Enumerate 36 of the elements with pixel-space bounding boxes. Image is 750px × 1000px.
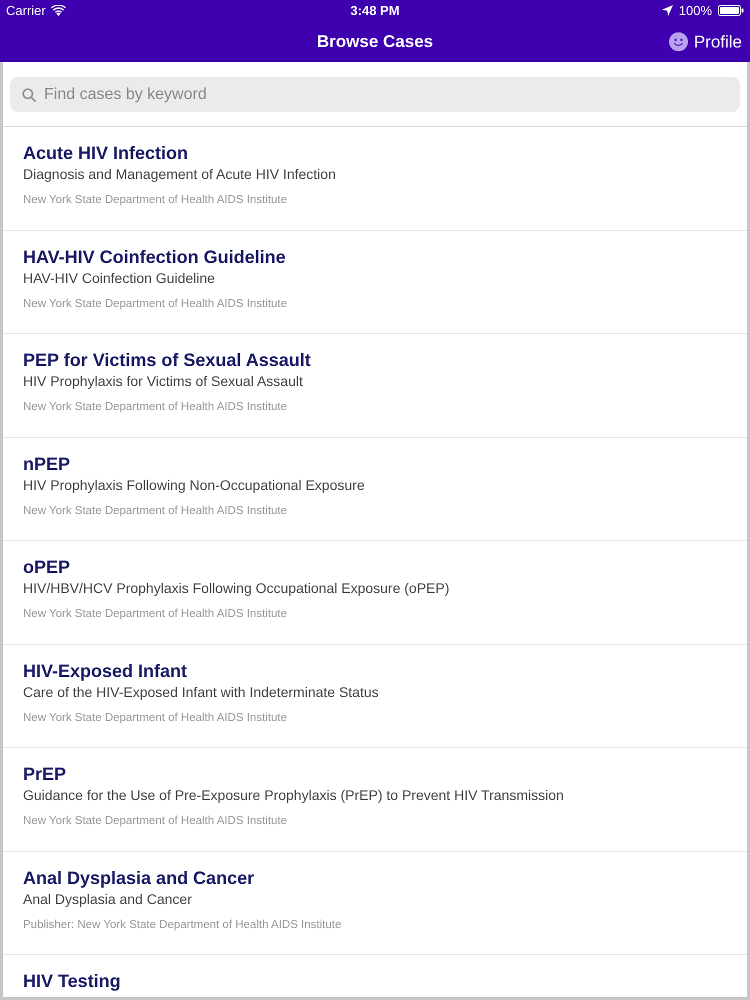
search-field[interactable]: Find cases by keyword: [10, 77, 740, 112]
case-subtitle: Care of the HIV-Exposed Infant with Indeterminate Status: [23, 682, 379, 702]
case-publisher: New York State Department of Health AIDS Institute: [23, 607, 288, 622]
case-title[interactable]: HIV Testing: [23, 970, 121, 992]
case-title[interactable]: PrEP: [23, 763, 66, 785]
case-title[interactable]: nPEP: [23, 452, 70, 474]
case-subtitle: HIV Prophylaxis Following Non-Occupational Exposure: [23, 476, 365, 494]
search-icon: [22, 88, 36, 102]
case-publisher: New York State Department of Health AIDS Institute: [23, 193, 288, 208]
case-subtitle: HIV Prophylaxis for Victims of Sexual Assault: [23, 372, 303, 391]
case-publisher: New York State Department of Health AIDS Institute: [23, 504, 288, 518]
profile-button[interactable]: Profile: [668, 28, 742, 54]
case-subtitle: HAV-HIV Coinfection Guideline: [23, 268, 215, 288]
case-title[interactable]: Acute HIV Infection: [23, 142, 188, 164]
case-subtitle: Anal Dysplasia and Cancer: [23, 890, 192, 908]
case-title[interactable]: PEP for Victims of Sexual Assault: [23, 349, 311, 371]
time-label: 3:48 PM: [350, 2, 400, 20]
case-title[interactable]: HAV-HIV Coinfection Guideline: [23, 246, 286, 268]
case-subtitle: HIV/HBV/HCV Prophylaxis Following Occupational Exposure (oPEP): [23, 579, 450, 598]
case-publisher: New York State Department of Health AIDS Institute: [23, 814, 288, 829]
battery-icon: [718, 5, 744, 16]
carrier-label: Carrier: [6, 2, 46, 20]
wifi-icon: [50, 5, 66, 16]
case-title[interactable]: Anal Dysplasia and Cancer: [23, 866, 254, 888]
case-publisher: New York State Department of Health AIDS Institute: [23, 400, 288, 415]
case-title[interactable]: HIV-Exposed Infant: [23, 660, 188, 682]
smiley-face-icon: [668, 32, 688, 51]
battery-percentage: 100%: [678, 2, 712, 20]
case-title[interactable]: oPEP: [23, 556, 70, 578]
case-publisher: New York State Department of Health AIDS Institute: [23, 710, 288, 726]
case-subtitle: Diagnosis and Management of Acute HIV Infection: [23, 165, 336, 184]
case-publisher: Publisher: New York State Department of Health AIDS Institute: [23, 918, 342, 932]
case-subtitle: Guidance for the Use of Pre-Exposure Prophylaxis (PrEP) to Prevent HIV Transmission: [23, 786, 564, 805]
screen-title: Browse Cases: [316, 30, 434, 53]
case-publisher: New York State Department of Health AIDS Institute: [23, 296, 288, 312]
location-arrow-icon: [662, 5, 673, 16]
